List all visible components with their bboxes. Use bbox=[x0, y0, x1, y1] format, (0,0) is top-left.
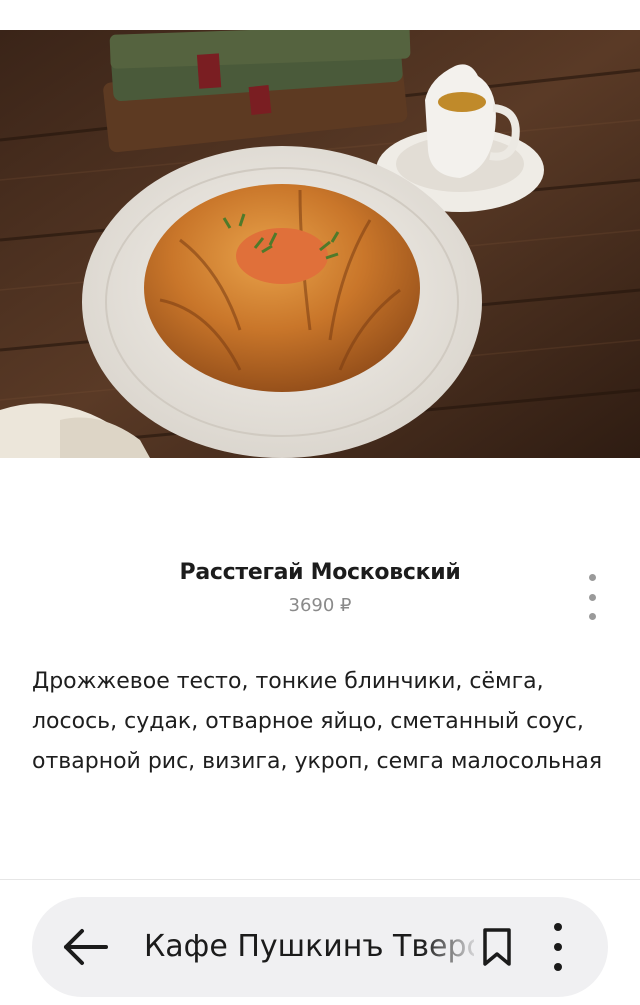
bookmark-icon bbox=[483, 928, 511, 966]
more-vertical-icon bbox=[554, 923, 562, 931]
bookmark-button[interactable] bbox=[480, 927, 514, 967]
browser-bottom-bar: Кафе Пушкинъ Тверской бульвар bbox=[32, 897, 608, 997]
dish-description: Дрожжевое тесто, тонкие блинчики, сёмга,… bbox=[32, 669, 603, 774]
dish-price: 3690 ₽ bbox=[288, 595, 352, 616]
back-button[interactable] bbox=[60, 923, 112, 971]
more-vertical-icon-dot bbox=[554, 963, 562, 971]
divider bbox=[0, 879, 640, 880]
dish-header: Расстегай Московский 3690 ₽ bbox=[0, 560, 640, 616]
browser-menu-button[interactable] bbox=[546, 923, 570, 971]
tab-title-fade bbox=[422, 897, 482, 997]
more-vertical-icon-dot bbox=[588, 593, 596, 601]
arrow-left-icon bbox=[64, 929, 108, 965]
more-options-button[interactable] bbox=[578, 574, 606, 620]
more-vertical-icon-dot bbox=[554, 943, 562, 951]
dish-illustration bbox=[0, 30, 640, 458]
dish-title: Расстегай Московский bbox=[179, 560, 461, 585]
more-vertical-icon bbox=[588, 574, 596, 581]
more-vertical-icon-dot bbox=[588, 613, 596, 620]
dish-photo bbox=[0, 30, 640, 458]
